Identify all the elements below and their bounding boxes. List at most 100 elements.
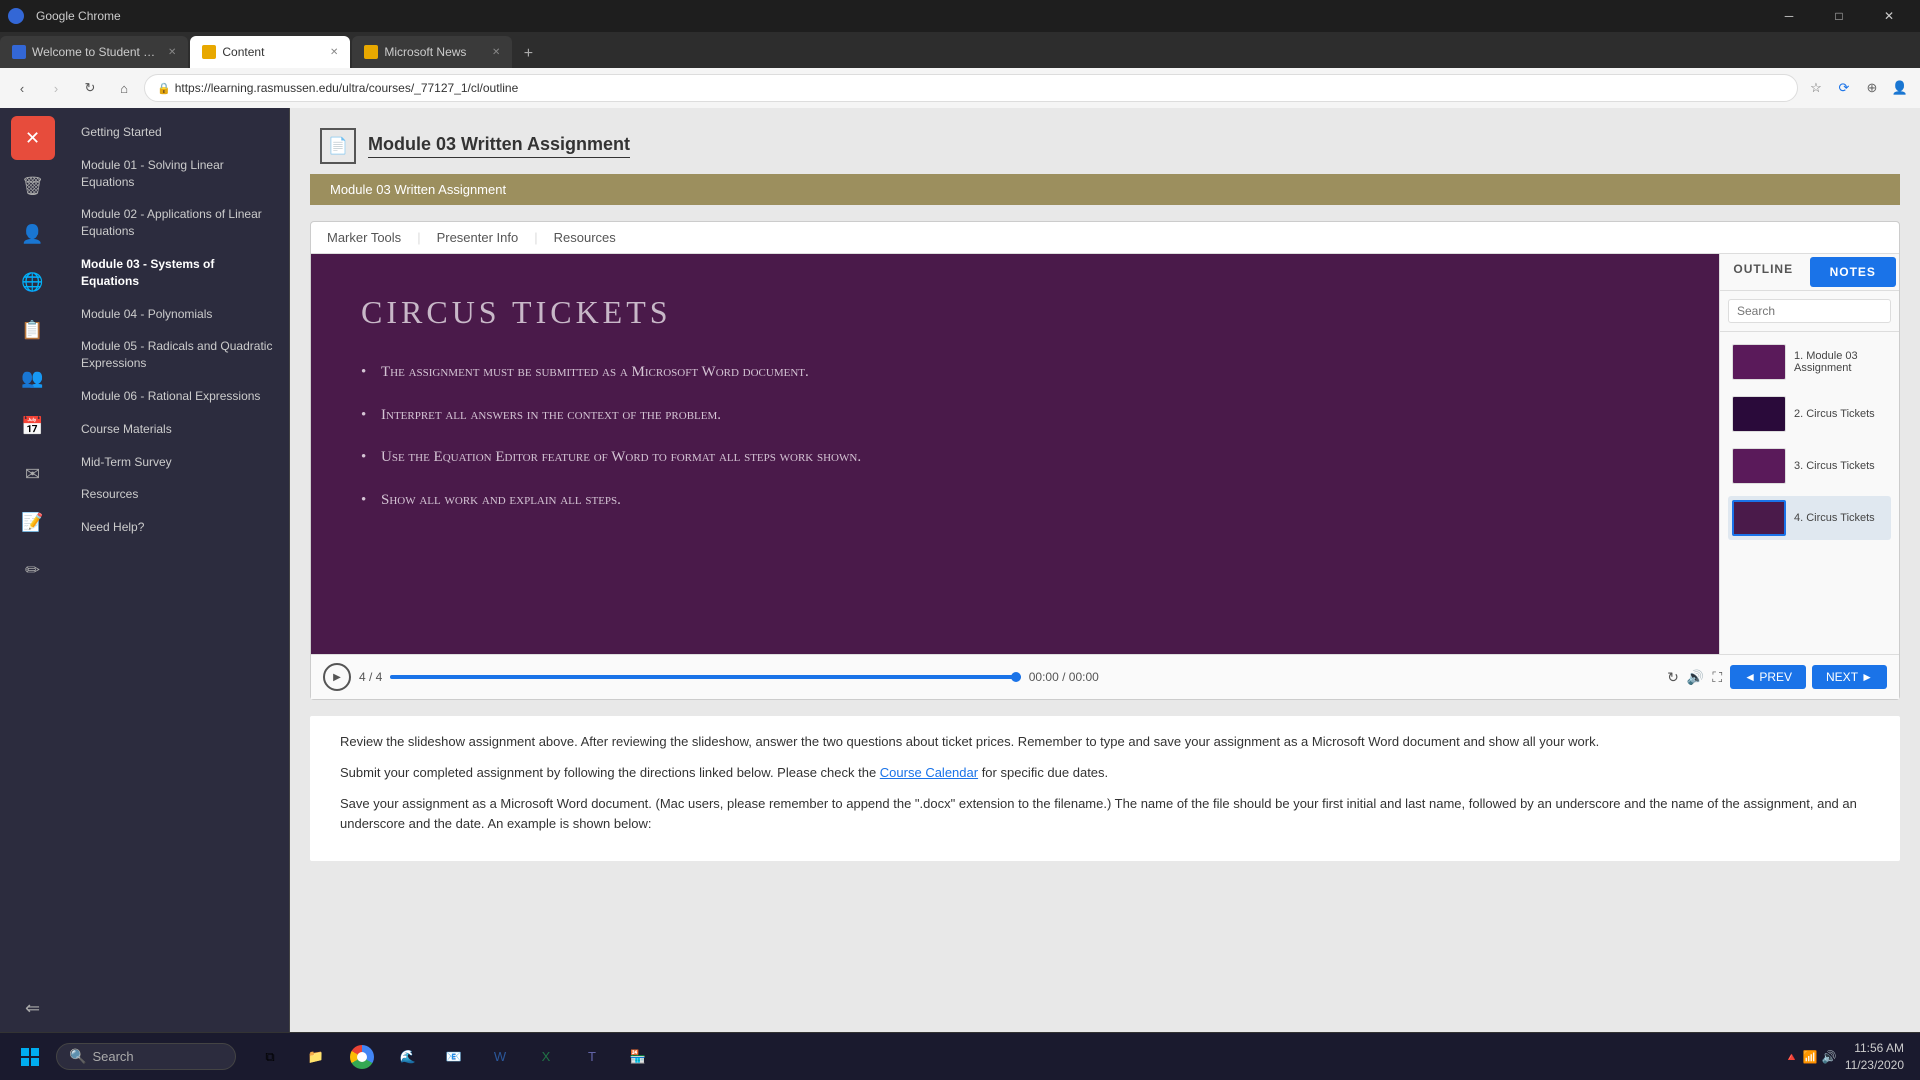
taskbar-clock[interactable]: 11:56 AM 11/23/2020: [1845, 1040, 1904, 1074]
new-tab-button[interactable]: +: [514, 40, 542, 68]
tab-student-portal[interactable]: Welcome to Student Portal ✕: [0, 36, 188, 68]
maximize-button[interactable]: □: [1816, 0, 1862, 32]
notes-panel: OUTLINE NOTES 1. Module 03 Assignment: [1719, 254, 1899, 654]
user-icon-button[interactable]: 👤: [11, 212, 55, 256]
taskbar-app-multidesktop[interactable]: ⧉: [248, 1035, 292, 1079]
presentation-toolbar: Marker Tools | Presenter Info | Resource…: [311, 222, 1899, 254]
outline-tab[interactable]: OUTLINE: [1720, 254, 1807, 290]
play-button[interactable]: ▶: [323, 663, 351, 691]
bookmark-icon[interactable]: ☆: [1804, 76, 1828, 100]
taskbar-app-outlook[interactable]: 📧: [432, 1035, 476, 1079]
address-icons: ☆ ⟳ ⊕ 👤: [1804, 76, 1912, 100]
globe-icon-button[interactable]: 🌐: [11, 260, 55, 304]
next-button[interactable]: NEXT ►: [1812, 665, 1887, 689]
tab-favicon-1: [12, 45, 26, 59]
progress-dot: [1011, 672, 1021, 682]
notes-tab[interactable]: NOTES: [1810, 257, 1897, 287]
sidebar-item-getting-started[interactable]: Getting Started: [65, 116, 289, 149]
taskbar-right: 🔺 📶 🔊 11:56 AM 11/23/2020: [1784, 1040, 1912, 1074]
minimize-button[interactable]: ─: [1766, 0, 1812, 32]
sidebar-item-module03[interactable]: Module 03 - Systems of Equations: [65, 248, 289, 298]
taskbar-app-chrome[interactable]: [340, 1035, 384, 1079]
tab-close-1[interactable]: ✕: [168, 47, 176, 58]
mail-icon-button[interactable]: ✉: [11, 452, 55, 496]
start-button[interactable]: [8, 1035, 52, 1079]
text-paragraph-3: Save your assignment as a Microsoft Word…: [340, 794, 1870, 836]
close-button[interactable]: ✕: [1866, 0, 1912, 32]
sidebar-item-need-help[interactable]: Need Help?: [65, 511, 289, 544]
forward-button[interactable]: ›: [42, 74, 70, 102]
resources-button[interactable]: Resources: [554, 230, 616, 245]
slide-thumb-1[interactable]: 1. Module 03 Assignment: [1728, 340, 1891, 384]
document-icon: 📄: [320, 128, 356, 164]
sidebar-item-module04[interactable]: Module 04 - Polynomials: [65, 298, 289, 331]
subtitle-bar: Module 03 Written Assignment: [310, 174, 1900, 205]
presentation-body: CIRCUS TICKETS The assignment must be su…: [311, 254, 1899, 654]
search-label: Search: [92, 1049, 133, 1064]
trash-icon-button[interactable]: 🗑: [11, 164, 55, 208]
notes-icon-button[interactable]: 📝: [11, 500, 55, 544]
nav-buttons: ◄ PREV NEXT ►: [1730, 665, 1887, 689]
tab-close-2[interactable]: ✕: [330, 47, 338, 58]
slide-bullet-1: The assignment must be submitted as a Mi…: [361, 361, 1669, 384]
clock-date: 11/23/2020: [1845, 1057, 1904, 1074]
taskbar-app-edge[interactable]: 🌊: [386, 1035, 430, 1079]
presenter-info-button[interactable]: Presenter Info: [437, 230, 519, 245]
taskbar-app-excel[interactable]: X: [524, 1035, 568, 1079]
address-bar[interactable]: 🔒 https://learning.rasmussen.edu/ultra/c…: [144, 74, 1798, 102]
tabs-bar: Welcome to Student Portal ✕ Content ✕ Mi…: [0, 32, 1920, 68]
profile-sync-icon[interactable]: ⟳: [1832, 76, 1856, 100]
sidebar-item-course-materials[interactable]: Course Materials: [65, 413, 289, 446]
collections-icon[interactable]: ⊕: [1860, 76, 1884, 100]
slide-thumb-2[interactable]: 2. Circus Tickets: [1728, 392, 1891, 436]
slide-counter: 4 / 4: [359, 670, 382, 684]
docs-icon-button[interactable]: 📋: [11, 308, 55, 352]
marker-tools-button[interactable]: Marker Tools: [327, 230, 401, 245]
logout-icon-button[interactable]: ⇐: [11, 986, 55, 1030]
thumb-image-2: [1732, 396, 1786, 432]
tab-news[interactable]: Microsoft News ✕: [352, 36, 512, 68]
refresh-button[interactable]: ↻: [76, 74, 104, 102]
slide-thumb-3[interactable]: 3. Circus Tickets: [1728, 444, 1891, 488]
tab-content[interactable]: Content ✕: [190, 36, 350, 68]
sidebar-item-module06[interactable]: Module 06 - Rational Expressions: [65, 380, 289, 413]
sidebar-item-module02[interactable]: Module 02 - Applications of Linear Equat…: [65, 198, 289, 248]
sidebar-item-module05[interactable]: Module 05 - Radicals and Quadratic Expre…: [65, 330, 289, 380]
calendar-icon-button[interactable]: 📅: [11, 404, 55, 448]
progress-bar[interactable]: [390, 675, 1020, 679]
course-sidebar: Getting Started Module 01 - Solving Line…: [65, 108, 290, 1080]
slide-thumbnail-list: 1. Module 03 Assignment 2. Circus Ticket…: [1720, 332, 1899, 548]
thumb-label-4: 4. Circus Tickets: [1794, 512, 1875, 524]
thumb-label-1: 1. Module 03 Assignment: [1794, 350, 1887, 374]
search-icon: 🔍: [69, 1048, 86, 1065]
taskbar-app-explorer[interactable]: 📁: [294, 1035, 338, 1079]
sidebar-item-resources[interactable]: Resources: [65, 478, 289, 511]
browser-logo: [8, 8, 24, 24]
taskbar-app-teams[interactable]: T: [570, 1035, 614, 1079]
back-button[interactable]: ‹: [8, 74, 36, 102]
group-icon-button[interactable]: 👥: [11, 356, 55, 400]
taskbar-apps: ⧉ 📁 🌊 📧 W X T 🏪: [248, 1035, 660, 1079]
taskbar-app-store[interactable]: 🏪: [616, 1035, 660, 1079]
home-button[interactable]: ⌂: [110, 74, 138, 102]
slide-thumb-4[interactable]: 4. Circus Tickets: [1728, 496, 1891, 540]
address-text: https://learning.rasmussen.edu/ultra/cou…: [175, 81, 519, 95]
sidebar-item-midterm[interactable]: Mid-Term Survey: [65, 446, 289, 479]
notes-search-input[interactable]: [1728, 299, 1891, 323]
text-content-block: Review the slideshow assignment above. A…: [310, 716, 1900, 861]
sidebar-item-module01[interactable]: Module 01 - Solving Linear Equations: [65, 149, 289, 199]
taskbar-search[interactable]: 🔍 Search: [56, 1043, 236, 1070]
user-profile-icon[interactable]: 👤: [1888, 76, 1912, 100]
volume-icon[interactable]: 🔊: [1687, 669, 1704, 686]
system-tray: 🔺 📶 🔊: [1784, 1050, 1837, 1064]
fullscreen-icon[interactable]: ⛶: [1712, 669, 1722, 686]
taskbar-app-word[interactable]: W: [478, 1035, 522, 1079]
close-panel-button[interactable]: ✕: [11, 116, 55, 160]
sidebar-bottom: ⇐: [11, 986, 55, 1030]
edit-icon-button[interactable]: ✏: [11, 548, 55, 592]
course-calendar-link[interactable]: Course Calendar: [880, 765, 978, 780]
chrome-icon-inner: [357, 1052, 367, 1062]
prev-button[interactable]: ◄ PREV: [1730, 665, 1806, 689]
refresh-playback-icon[interactable]: ↻: [1667, 669, 1679, 686]
tab-close-3[interactable]: ✕: [492, 47, 500, 58]
